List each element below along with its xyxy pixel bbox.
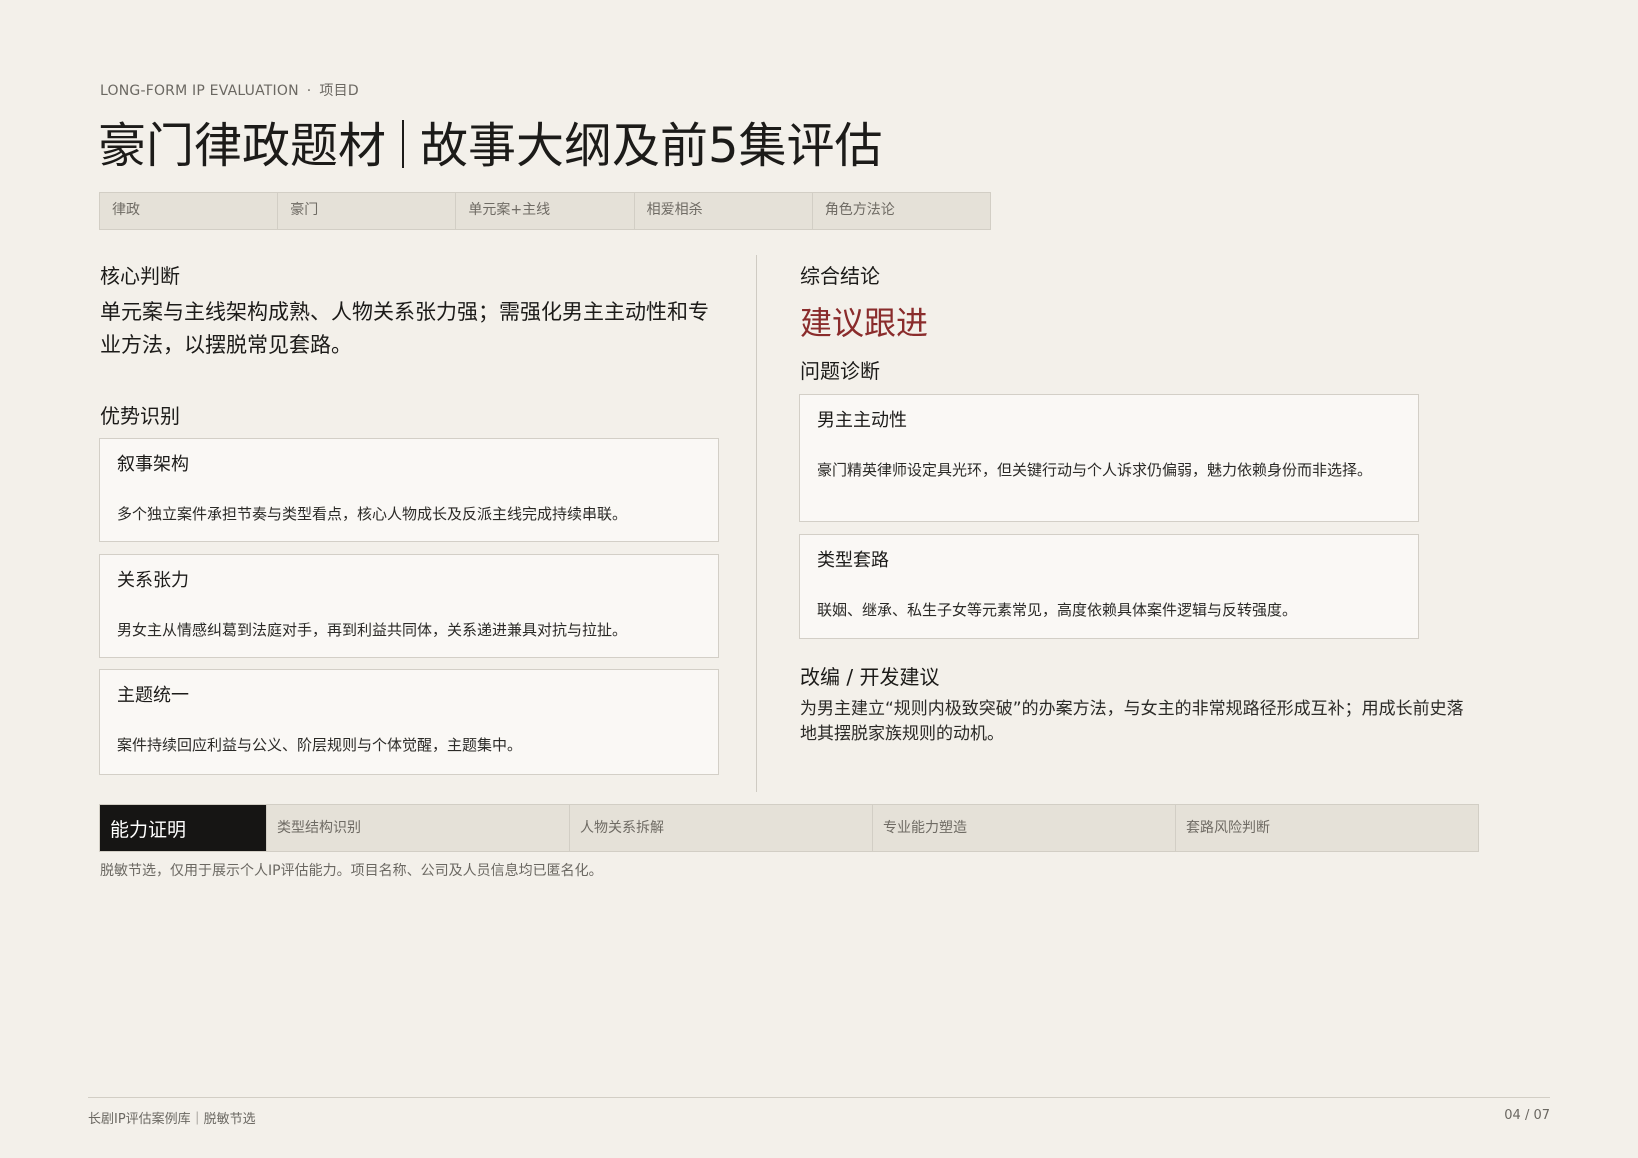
diagnosis-heading: 问题诊断 [800,359,880,383]
column-divider [756,255,757,792]
issue-body: 联姻、继承、私生子女等元素常见，高度依赖具体案件逻辑与反转强度。 [817,601,1298,619]
issue-card: 男主主动性 豪门精英律师设定具光环，但关键行动与个人诉求仍偏弱，魅力依赖身份而非… [799,394,1419,522]
strength-title: 主题统一 [117,685,189,706]
strength-title: 叙事架构 [117,454,189,475]
abilities-label: 能力证明 [100,805,266,851]
issue-title: 类型套路 [817,550,889,571]
verdict-text: 建议跟进 [800,304,929,342]
tag-item: 律政 [100,193,279,229]
abilities-bar: 能力证明 类型结构识别 人物关系拆解 专业能力塑造 套路风险判断 [99,804,1479,852]
ability-item: 套路风险判断 [1175,805,1478,851]
advice-text: 为男主建立“规则内极致突破”的办案方法，与女主的非常规路径形成互补；用成长前史落… [800,699,1464,744]
strength-card: 关系张力 男女主从情感纠葛到法庭对手，再到利益共同体，关系递进兼具对抗与拉扯。 [99,554,719,658]
issue-body: 豪门精英律师设定具光环，但关键行动与个人诉求仍偏弱，魅力依赖身份而非选择。 [817,461,1373,479]
footer-divider [88,1097,1550,1098]
issue-title: 男主主动性 [817,410,907,431]
tag-item: 相爱相杀 [635,193,813,229]
strength-body: 男女主从情感纠葛到法庭对手，再到利益共同体，关系递进兼具对抗与拉扯。 [117,621,628,639]
strengths-heading: 优势识别 [100,404,180,428]
kicker: LONG-FORM IP EVALUATION · 项目D [100,80,359,100]
strength-card: 叙事架构 多个独立案件承担节奏与类型看点，核心人物成长及反派主线完成持续串联。 [99,438,719,542]
footer-label: 长剧IP评估案例库｜脱敏节选 [88,1112,256,1127]
kicker-separator: · [306,83,312,99]
ability-item: 人物关系拆解 [569,805,872,851]
strength-card: 主题统一 案件持续回应利益与公义、阶层规则与个体觉醒，主题集中。 [99,669,719,775]
conclusion-heading: 综合结论 [800,264,880,288]
tag-item: 豪门 [278,193,457,229]
kicker-en: LONG-FORM IP EVALUATION [100,83,299,99]
ability-item: 类型结构识别 [266,805,569,851]
tag-item: 角色方法论 [824,202,895,218]
tag-item: 单元案+主线 [456,193,635,229]
core-judgment-text: 单元案与主线架构成熟、人物关系张力强；需强化男主主动性和专业方法，以摆脱常见套路… [100,300,709,357]
strength-body: 案件持续回应利益与公义、阶层规则与个体觉醒，主题集中。 [117,736,523,754]
strength-body: 多个独立案件承担节奏与类型看点，核心人物成长及反派主线完成持续串联。 [117,505,628,523]
title-left: 豪门律政题材 [98,118,387,174]
disclaimer-note: 脱敏节选，仅用于展示个人IP评估能力。项目名称、公司及人员信息均已匿名化。 [100,863,603,879]
ability-item: 专业能力塑造 [872,805,1175,851]
core-judgment-heading: 核心判断 [100,264,180,288]
page-title: 豪门律政题材 故事大纲及前5集评估 [98,114,883,178]
strength-title: 关系张力 [117,570,189,591]
title-divider [402,120,405,168]
title-right: 故事大纲及前5集评估 [420,118,883,174]
kicker-project: 项目D [319,83,359,99]
issue-card: 类型套路 联姻、继承、私生子女等元素常见，高度依赖具体案件逻辑与反转强度。 [799,534,1419,639]
advice-heading: 改编 / 开发建议 [800,665,940,689]
tag-bar: 律政 豪门 单元案+主线 相爱相杀 角色方法论 [99,192,991,230]
page-number: 04 / 07 [1504,1108,1550,1123]
